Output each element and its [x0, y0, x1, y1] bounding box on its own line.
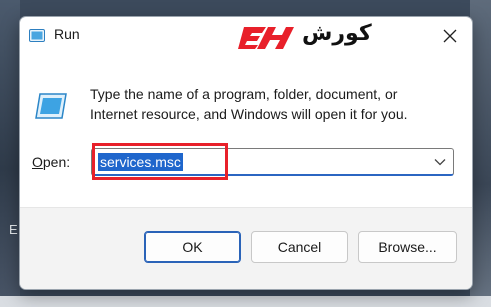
close-icon [443, 29, 457, 43]
open-input-value[interactable]: services.msc [98, 153, 183, 171]
desktop-glyph: E [9, 222, 18, 237]
run-large-icon [35, 93, 67, 119]
dropdown-button[interactable] [433, 155, 447, 169]
description-line-2: Internet resource, and Windows will open… [90, 106, 408, 122]
open-label-accelerator: O [32, 154, 43, 170]
open-combobox[interactable]: services.msc [91, 148, 454, 176]
desktop-background-left [0, 0, 20, 307]
browse-button[interactable]: Browse... [358, 231, 457, 263]
chevron-down-icon [434, 159, 446, 166]
close-button[interactable] [436, 24, 464, 48]
run-description: Type the name of a program, folder, docu… [90, 84, 460, 124]
description-line-1: Type the name of a program, folder, docu… [90, 86, 398, 102]
watermark-brand-text: کورش [302, 21, 372, 46]
open-label-rest: pen: [42, 154, 71, 170]
run-app-icon [29, 29, 45, 42]
cancel-button[interactable]: Cancel [251, 231, 348, 263]
ok-button[interactable]: OK [144, 231, 241, 263]
open-label: Open: [32, 154, 70, 170]
desktop-background-right [470, 0, 491, 307]
title-bar[interactable]: Run کورش [20, 17, 472, 53]
window-title: Run [54, 26, 80, 42]
watermark-logo: کورش [236, 21, 386, 51]
run-dialog: Run کورش Type the name of a program, fol… [19, 16, 473, 290]
taskbar-strip [0, 296, 491, 307]
